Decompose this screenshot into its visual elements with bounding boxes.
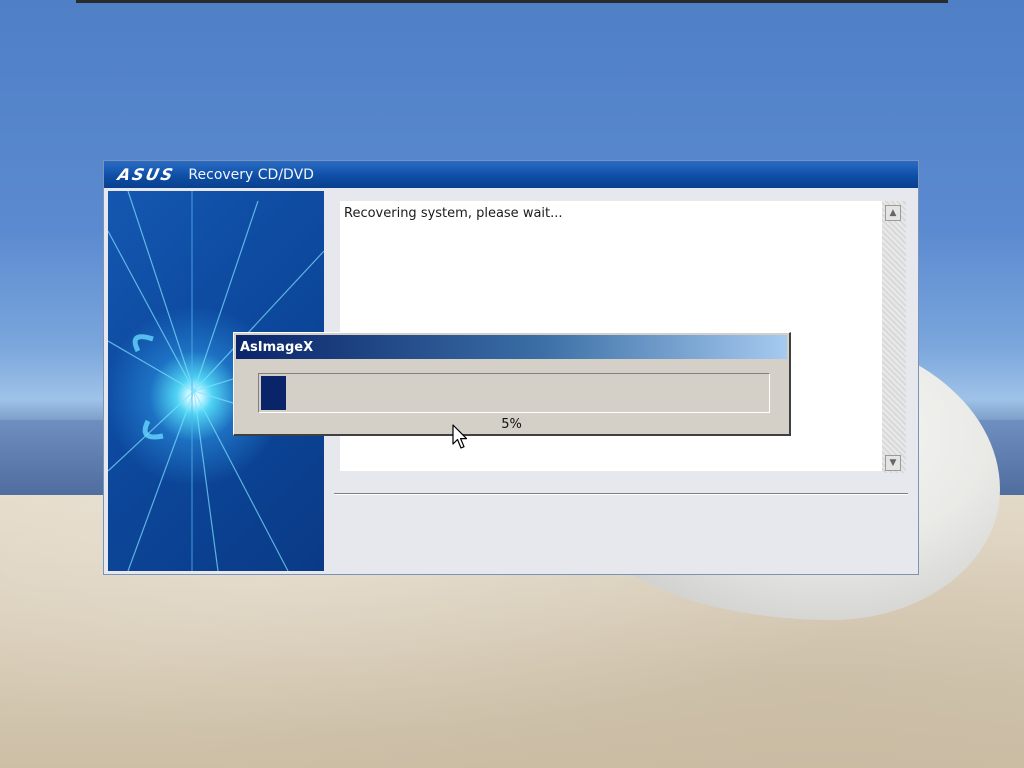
- progress-percent-label: 5%: [501, 417, 522, 432]
- dialog-titlebar[interactable]: AsImageX: [236, 335, 787, 359]
- progress-bar: [258, 373, 770, 413]
- top-edge-bar: [76, 0, 948, 3]
- log-message: Recovering system, please wait...: [344, 206, 563, 221]
- asimagex-progress-dialog: AsImageX 5%: [233, 332, 791, 436]
- progress-bar-fill: [261, 376, 286, 410]
- recovery-window-titlebar[interactable]: ASUS Recovery CD/DVD: [104, 161, 918, 188]
- scroll-down-arrow-icon[interactable]: ▼: [885, 455, 901, 471]
- mouse-pointer-icon: [452, 424, 468, 449]
- scroll-up-arrow-icon[interactable]: ▲: [885, 205, 901, 221]
- divider-line: [334, 493, 908, 495]
- window-title: Recovery CD/DVD: [188, 166, 314, 183]
- log-scrollbar[interactable]: ▲ ▼: [882, 201, 906, 473]
- dialog-title: AsImageX: [240, 339, 314, 355]
- asus-logo: ASUS: [115, 165, 177, 184]
